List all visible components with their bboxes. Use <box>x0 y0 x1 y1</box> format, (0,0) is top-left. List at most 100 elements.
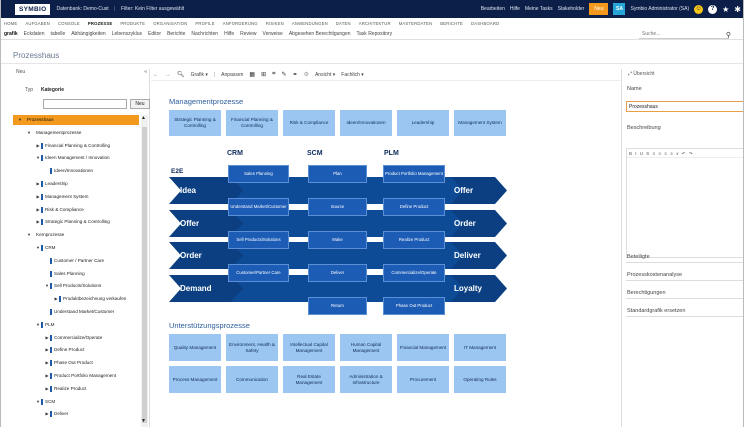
settings-icon[interactable]: ✱ <box>734 5 741 14</box>
crm-process-box[interactable]: Sales Planning <box>228 165 289 183</box>
back-icon[interactable]: ← <box>153 72 159 78</box>
nav-item[interactable]: DATEN <box>336 21 351 26</box>
edit-icon[interactable]: ✎ <box>282 71 287 78</box>
tree-item[interactable]: Understand Market/Customer <box>13 307 114 317</box>
scroll-thumb[interactable] <box>142 127 147 423</box>
database-link[interactable]: Datenbank: Demo-Cust <box>56 6 108 12</box>
tree-item[interactable]: Ideen/Innovationen <box>13 166 93 176</box>
zoom-icon[interactable]: 🔍︎ <box>177 71 185 78</box>
collapse-icon[interactable]: « <box>144 69 147 77</box>
tab-item[interactable]: Verweise <box>263 31 283 37</box>
user-name[interactable]: Symbio Administrator (SA) <box>630 6 689 12</box>
tree-item[interactable]: Sales Planning <box>13 269 85 279</box>
nav-item[interactable]: AUFGABEN <box>25 21 50 26</box>
toolbar-domain-menu[interactable]: Fachlich ▾ <box>341 72 364 78</box>
plm-process-box[interactable]: Product Portfolio Management <box>383 165 445 183</box>
tree-item[interactable]: ▼ Managementprozesse <box>13 128 81 138</box>
plm-process-box[interactable]: Phase Out Product <box>383 297 445 315</box>
tree-item[interactable]: ▼ SCM <box>13 397 55 407</box>
tree-search-input[interactable] <box>43 99 127 109</box>
tree-item[interactable]: ▶ Strategic Planning & Controlling <box>13 217 110 227</box>
tree-new-button[interactable]: Neu <box>130 99 150 109</box>
support-process-box[interactable]: Financial Management <box>397 334 449 361</box>
tree-item[interactable]: ▶ Realize Product <box>13 384 86 394</box>
smile-icon[interactable]: ☺ <box>694 4 704 14</box>
nav-item[interactable]: ANFORDERUNG <box>223 21 258 26</box>
star-icon[interactable]: ★ <box>722 5 729 14</box>
nav-item[interactable]: BERICHTE <box>440 21 463 26</box>
support-process-box[interactable]: IT Management <box>454 334 506 361</box>
new-button[interactable]: Neu <box>589 3 609 15</box>
tree-item[interactable]: ▶ Product Portfolio Management <box>13 371 116 381</box>
tree-item[interactable]: ▼ CRM <box>13 243 55 253</box>
tab-item[interactable]: Eckdaten <box>24 31 45 37</box>
scm-process-box[interactable]: Source <box>308 198 367 216</box>
settings-small-icon[interactable]: ⚙ <box>304 71 309 78</box>
nav-item[interactable]: RISIKEN <box>266 21 284 26</box>
plm-process-box[interactable]: Commercialize/Operate <box>383 264 445 282</box>
tab-item[interactable]: Berichte <box>167 31 185 37</box>
tree-item[interactable]: ▼ Ideen Management / Innovation <box>13 153 110 163</box>
nav-item[interactable]: MASTERDATEN <box>399 21 433 26</box>
tab-item[interactable]: Editor <box>148 31 161 37</box>
support-process-box[interactable]: Process Management <box>169 366 221 393</box>
tree-item[interactable]: ▼ Sell Products/Solutions <box>13 281 101 291</box>
support-process-box[interactable]: Administration & Infrastructure <box>340 366 392 393</box>
editor-toolbar[interactable]: B I U S ≡ ≡ ≡ ≡ 𝑥 ↶ ↷ <box>627 149 743 158</box>
expand-icon[interactable]: ⤢ <box>628 71 632 77</box>
layout-icon[interactable]: ⊞ <box>261 71 266 78</box>
user-avatar[interactable]: SA <box>613 3 626 15</box>
replace-graphic-field[interactable]: Standardgrafik ersetzen <box>626 305 743 317</box>
crm-process-box[interactable]: Sell Products/Solutions <box>228 231 289 249</box>
nav-item[interactable]: PROFILE <box>195 21 214 26</box>
help-icon[interactable]: ? <box>708 4 718 14</box>
crm-process-box[interactable]: Understand Market/Customer <box>228 198 289 216</box>
tree-item[interactable]: ▶ Financial Planning & Controlling <box>13 141 110 151</box>
support-process-box[interactable]: Operating Rules <box>454 366 506 393</box>
tab-item[interactable]: Abgesehen Berechtigungen <box>289 31 351 37</box>
tree-item[interactable]: ▼ Kernprozesse <box>13 230 64 240</box>
link-icon[interactable]: ⚭ <box>293 71 298 78</box>
tree-item[interactable]: ▶ Risk & Compliance <box>13 205 84 215</box>
name-field[interactable]: Prozesshaus <box>626 101 743 112</box>
filter-icon[interactable]: ⌗ <box>272 71 275 78</box>
nav-item[interactable]: PRODUKTE <box>120 21 145 26</box>
cost-analysis-field[interactable]: Prozesskostenanalyse <box>626 269 743 281</box>
tab-item[interactable]: Hilfe <box>224 31 234 37</box>
tree-item[interactable]: Customer / Partner Care <box>13 256 104 266</box>
tab-item[interactable]: Task Repository <box>357 31 393 37</box>
search-input[interactable]: Suche... <box>639 30 729 39</box>
support-process-box[interactable]: Environment, Health & Safety <box>226 334 278 361</box>
nav-item[interactable]: ANWENDUNGEN <box>292 21 328 26</box>
description-editor[interactable]: B I U S ≡ ≡ ≡ ≡ 𝑥 ↶ ↷ <box>626 148 743 258</box>
scroll-up-icon[interactable]: ▲ <box>141 115 146 121</box>
grid-icon[interactable]: ▦ <box>249 71 255 78</box>
nav-item[interactable]: ARCHITEKTUR <box>359 21 391 26</box>
tree-item[interactable]: ▶ Commercialize/Operate <box>13 333 102 343</box>
toolbar-graphic-menu[interactable]: Grafik ▾ <box>191 72 208 78</box>
support-process-box[interactable]: Intellectual Capital Management <box>283 334 335 361</box>
permissions-field[interactable]: Berechtigungen <box>626 287 743 299</box>
my-tasks-link[interactable]: Meine Tasks <box>525 6 553 12</box>
filter-category-label[interactable]: Kategorie <box>41 87 64 93</box>
nav-item[interactable]: ORGANISATION <box>153 21 187 26</box>
support-process-box[interactable]: Human Capital Management <box>340 334 392 361</box>
tab-item[interactable]: Nachrichten <box>191 31 218 37</box>
tree-item[interactable]: ▼ PLM <box>13 320 54 330</box>
plm-process-box[interactable]: Define Product <box>383 198 445 216</box>
tree-item[interactable]: ▶ Phase Out Product <box>13 358 93 368</box>
tree-item[interactable]: ▼ Prozesshaus <box>13 115 139 125</box>
nav-item[interactable]: HOME <box>4 21 17 26</box>
tree-scrollbar[interactable] <box>141 115 148 427</box>
scroll-down-icon[interactable]: ▼ <box>141 418 146 424</box>
tree-item[interactable]: ▶ Produktbezeichnung verkaufen <box>13 294 126 304</box>
tab-item[interactable]: Review <box>240 31 256 37</box>
tab-item[interactable]: Abhängigkeiten <box>71 31 105 37</box>
toolbar-adjust-menu[interactable]: Anpassen <box>221 72 243 78</box>
filter-link[interactable]: Filter: Kein Filter ausgewählt <box>121 6 184 12</box>
help-link[interactable]: Hilfe <box>510 6 520 12</box>
stakeholder-link[interactable]: Stakeholder <box>558 6 585 12</box>
tree-item[interactable]: ▶ Leadership <box>13 179 68 189</box>
forward-icon[interactable]: → <box>165 72 171 78</box>
toolbar-view-menu[interactable]: Ansicht ▾ <box>315 72 335 78</box>
